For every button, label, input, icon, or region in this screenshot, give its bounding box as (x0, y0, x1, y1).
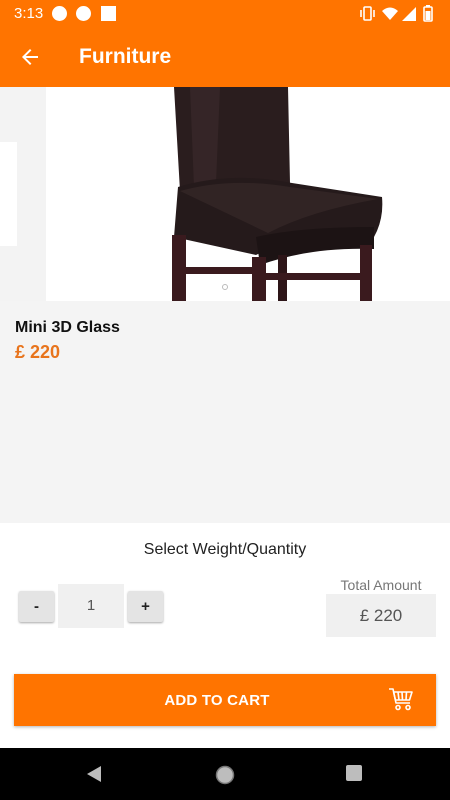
page-title: Furniture (79, 45, 172, 68)
quantity-value: 1 (58, 584, 124, 628)
battery-icon (423, 5, 433, 22)
total-amount-label: Total Amount (340, 577, 422, 593)
vibrate-icon (360, 6, 375, 21)
product-image (172, 87, 383, 301)
total-amount-value: £ 220 (326, 594, 436, 637)
product-info: Mini 3D Glass £ 220 (0, 301, 450, 523)
app-bar: Furniture (0, 28, 450, 87)
recents-square-icon[interactable] (345, 764, 363, 782)
product-image-carousel[interactable] (0, 87, 450, 301)
select-weight-quantity-title: Select Weight/Quantity (143, 541, 307, 558)
status-time: 3:13 (14, 5, 44, 22)
system-navigation-bar (0, 748, 450, 800)
status-bar: 3:13 (0, 0, 450, 28)
quantity-selection-panel: Select Weight/Quantity - 1 + Total Amoun… (0, 523, 450, 748)
wifi-icon (382, 7, 398, 20)
signal-icon (402, 7, 416, 21)
carousel-page-indicator (222, 284, 228, 290)
back-triangle-icon[interactable] (84, 764, 104, 784)
product-price: £ 220 (15, 342, 61, 362)
product-name: Mini 3D Glass (15, 319, 120, 336)
notification-dot-icon (52, 6, 67, 21)
decrease-quantity-button[interactable]: - (19, 591, 54, 622)
system-status-icons (360, 5, 433, 22)
notification-dot-icon (76, 6, 91, 21)
add-to-cart-button[interactable]: ADD TO CART (14, 674, 436, 726)
arrow-back-icon[interactable] (18, 45, 42, 69)
notification-square-icon (101, 6, 116, 21)
previous-slide-image (0, 142, 17, 246)
add-to-cart-label: ADD TO CART (164, 692, 270, 709)
shopping-cart-icon (389, 688, 413, 711)
previous-slide-peek (0, 87, 46, 301)
increase-quantity-button[interactable]: + (128, 591, 163, 622)
home-circle-icon[interactable] (214, 764, 236, 786)
